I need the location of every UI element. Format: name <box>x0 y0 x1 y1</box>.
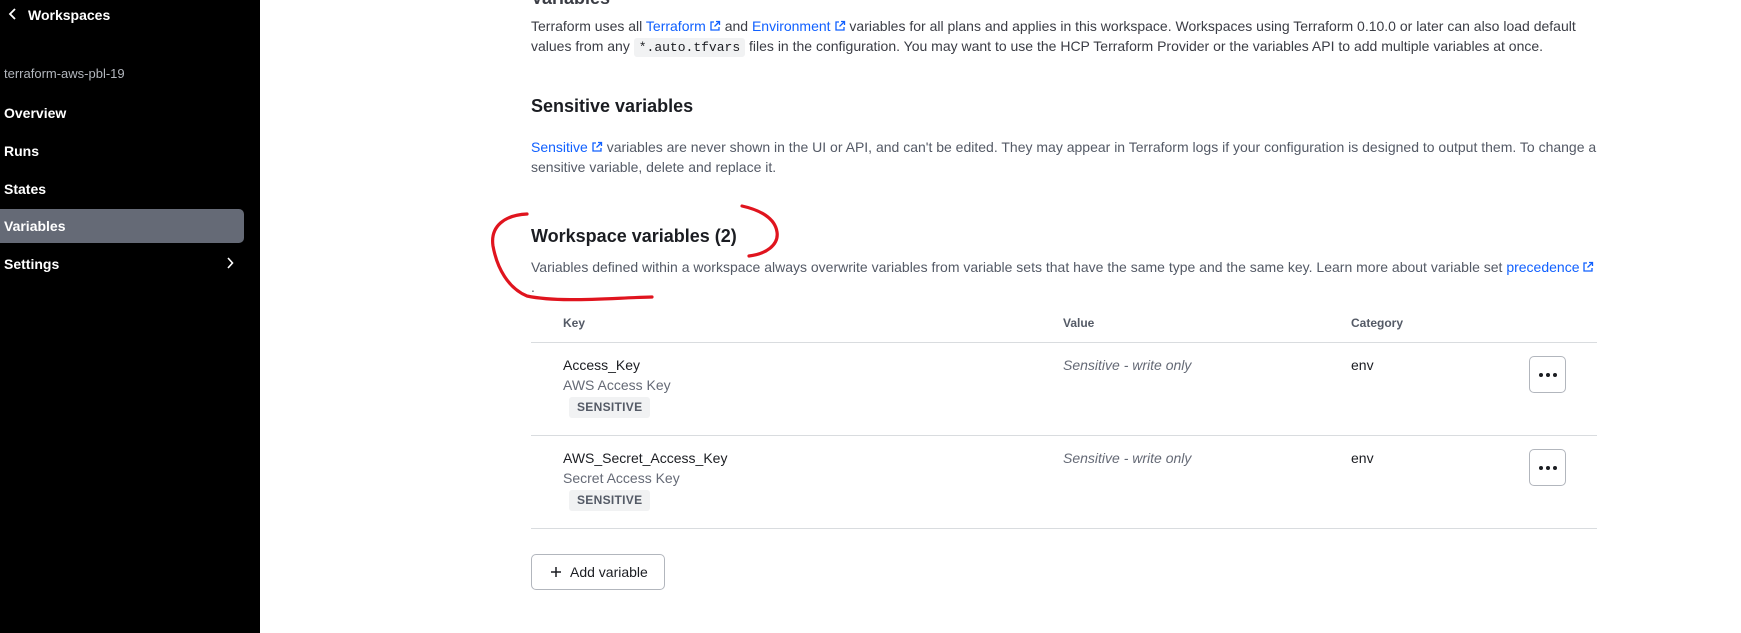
table-row: AWS_Secret_Access_Key Secret Access Key … <box>531 436 1597 529</box>
variables-intro: Terraform uses all Terraform and Environ… <box>531 16 1597 58</box>
sensitive-badge: SENSITIVE <box>569 397 651 418</box>
variable-value: Sensitive - write only <box>1063 450 1192 466</box>
terraform-link-label: Terraform <box>645 18 706 34</box>
sensitive-link[interactable]: Sensitive <box>531 139 603 155</box>
back-link-label: Workspaces <box>28 7 111 23</box>
workspace-variables-heading: Workspace variables (2) <box>531 226 737 246</box>
sensitive-link-label: Sensitive <box>531 139 588 155</box>
sidebar-item-runs[interactable]: Runs <box>0 134 244 168</box>
external-link-icon <box>1583 261 1594 272</box>
environment-link[interactable]: Environment <box>752 18 846 34</box>
variable-category: env <box>1351 357 1374 373</box>
sensitive-variables-description: Sensitive variables are never shown in t… <box>531 137 1597 177</box>
precedence-link[interactable]: precedence <box>1506 259 1594 275</box>
variable-description: Secret Access Key <box>563 470 680 486</box>
sidebar-item-variables[interactable]: Variables <box>0 209 244 243</box>
page-title: Variables <box>531 0 610 9</box>
workspace-text: Variables defined within a workspace alw… <box>531 259 1507 275</box>
sidebar-item-states[interactable]: States <box>0 172 244 206</box>
more-horizontal-icon <box>1538 372 1557 377</box>
sidebar-item-label: Runs <box>4 143 39 159</box>
workspace-variables-description: Variables defined within a workspace alw… <box>531 257 1597 297</box>
chevron-right-icon <box>226 256 234 272</box>
external-link-icon <box>834 20 845 31</box>
intro-text: files in the configuration. You may want… <box>745 38 1544 54</box>
terraform-link[interactable]: Terraform <box>646 18 721 34</box>
sidebar-item-settings[interactable]: Settings <box>0 247 244 281</box>
sensitive-text: variables are never shown in the UI or A… <box>531 139 1597 175</box>
column-header-category: Category <box>1351 316 1404 330</box>
variable-value: Sensitive - write only <box>1063 357 1192 373</box>
sidebar: Workspaces terraform-aws-pbl-19 Overview… <box>0 0 260 633</box>
sensitive-variables-heading: Sensitive variables <box>531 96 694 116</box>
sidebar-item-overview[interactable]: Overview <box>0 96 244 130</box>
back-to-workspaces-link[interactable]: Workspaces <box>8 4 110 26</box>
sidebar-item-label: States <box>4 181 47 197</box>
external-link-icon <box>592 141 602 152</box>
plus-icon <box>551 567 561 577</box>
row-actions-button[interactable] <box>1529 356 1566 393</box>
variable-key: AWS_Secret_Access_Key <box>563 450 728 466</box>
column-header-key: Key <box>563 316 586 330</box>
sidebar-item-label: Overview <box>4 105 67 121</box>
external-link-icon <box>710 20 720 31</box>
precedence-link-label: precedence <box>1506 259 1580 275</box>
sensitive-badge: SENSITIVE <box>569 490 651 511</box>
sidebar-item-label: Variables <box>4 218 66 234</box>
chevron-left-icon <box>8 7 18 23</box>
workspace-text-end: . <box>531 279 535 295</box>
variables-table: Key Value Category Access_Key AWS Access… <box>531 310 1597 529</box>
variable-description: AWS Access Key <box>563 377 671 393</box>
column-header-value: Value <box>1063 316 1095 330</box>
intro-text: and <box>720 18 752 34</box>
table-header: Key Value Category <box>531 310 1597 343</box>
intro-text: Terraform uses all <box>531 18 646 34</box>
environment-link-label: Environment <box>751 18 831 34</box>
more-horizontal-icon <box>1538 465 1557 470</box>
auto-tfvars-code: *.auto.tfvars <box>633 38 746 57</box>
add-variable-label: Add variable <box>570 564 648 580</box>
table-row: Access_Key AWS Access Key SENSITIVE Sens… <box>531 343 1597 436</box>
variable-key: Access_Key <box>563 357 641 373</box>
sidebar-item-label: Settings <box>4 256 60 272</box>
variable-category: env <box>1351 450 1374 466</box>
workspace-name: terraform-aws-pbl-19 <box>4 66 125 81</box>
add-variable-button[interactable]: Add variable <box>531 554 665 590</box>
row-actions-button[interactable] <box>1529 449 1566 486</box>
